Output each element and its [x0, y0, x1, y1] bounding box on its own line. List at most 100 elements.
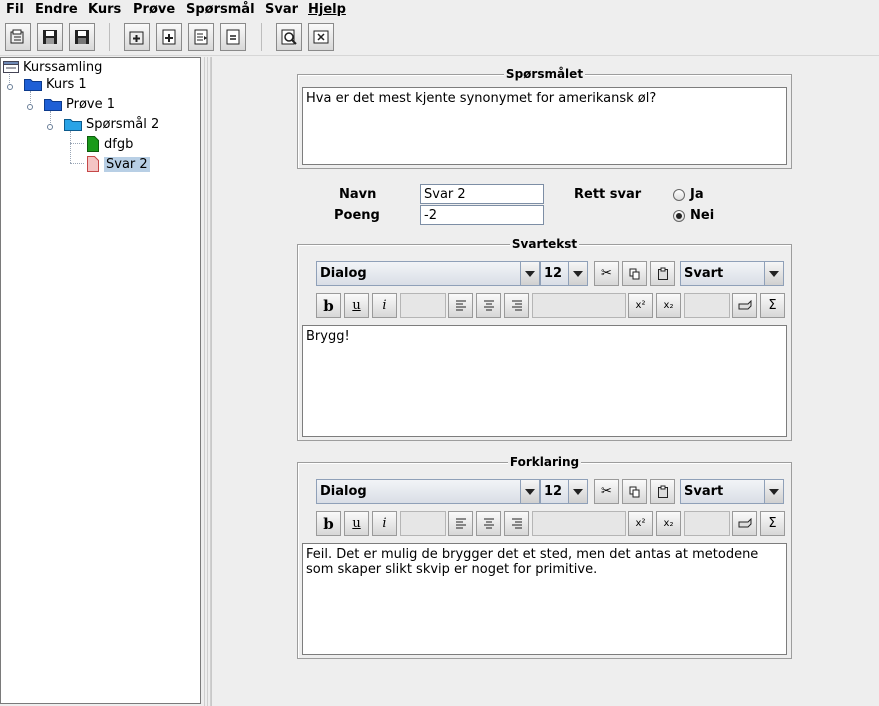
cut-icon: ✂ — [601, 484, 612, 499]
expand-handle-icon[interactable] — [6, 80, 14, 90]
preview-button[interactable] — [276, 23, 302, 51]
folder-icon — [24, 79, 42, 91]
save-as-button[interactable] — [69, 23, 95, 51]
superscript-button[interactable]: x² — [628, 293, 653, 318]
align-left-button[interactable] — [448, 511, 473, 536]
tree-course[interactable]: Kurs 1 — [6, 75, 87, 93]
size-select[interactable]: 12 — [540, 261, 588, 286]
cut-button[interactable]: ✂ — [594, 479, 619, 504]
italic-button[interactable]: i — [372, 293, 397, 318]
paste-button[interactable] — [650, 261, 675, 286]
toolbar-spacer — [684, 293, 730, 318]
name-field[interactable]: Svar 2 — [420, 184, 544, 204]
explanation-group-title: Forklaring — [507, 455, 582, 469]
radio-yes[interactable]: Ja — [673, 187, 704, 202]
toolbar-spacer — [532, 511, 626, 536]
chevron-down-icon[interactable] — [764, 480, 783, 503]
subscript-button[interactable]: x₂ — [656, 511, 681, 536]
font-select[interactable]: Dialog — [316, 261, 540, 286]
underline-button[interactable]: u — [344, 511, 369, 536]
copy-button[interactable] — [622, 261, 647, 286]
sigma-button[interactable]: Σ — [760, 511, 785, 536]
color-select[interactable]: Svart — [680, 261, 784, 286]
split-divider[interactable] — [202, 57, 211, 706]
align-right-icon — [511, 518, 522, 529]
save-button[interactable] — [37, 23, 63, 51]
align-left-button[interactable] — [448, 293, 473, 318]
course-tree[interactable]: Kurssamling Kurs 1 Prøve 1 Spørsmål 2 df… — [0, 57, 201, 704]
explanation-textarea[interactable]: Feil. Det er mulig de brygger det et ste… — [302, 543, 787, 655]
expand-handle-icon[interactable] — [46, 120, 54, 130]
tree-test-label: Prøve 1 — [66, 96, 116, 112]
tree-answer-1-label: dfgb — [104, 136, 134, 152]
radio-no-indicator[interactable] — [673, 209, 685, 222]
align-center-button[interactable] — [476, 293, 501, 318]
name-label: Navn — [339, 187, 377, 202]
open-button[interactable] — [5, 23, 31, 51]
chevron-down-icon[interactable] — [520, 262, 539, 285]
size-select-value: 12 — [544, 266, 563, 281]
paste-button[interactable] — [650, 479, 675, 504]
eraser-button[interactable] — [732, 511, 757, 536]
add-icon — [162, 29, 176, 45]
toolbar — [0, 20, 879, 56]
red-document-icon — [87, 156, 99, 172]
chevron-down-icon[interactable] — [568, 480, 587, 503]
tree-root[interactable]: Kurssamling — [3, 58, 102, 76]
radio-no[interactable]: Nei — [673, 208, 714, 223]
toolbar-spacer — [400, 293, 446, 318]
color-select[interactable]: Svart — [680, 479, 784, 504]
points-field[interactable]: -2 — [420, 205, 544, 225]
question-textarea[interactable]: Hva er det mest kjente synonymet for ame… — [302, 87, 787, 165]
points-label: Poeng — [334, 208, 380, 223]
chevron-down-icon[interactable] — [520, 480, 539, 503]
menu-svar[interactable]: Svar — [265, 2, 298, 17]
subscript-button[interactable]: x₂ — [656, 293, 681, 318]
expand-handle-icon[interactable] — [26, 100, 34, 110]
radio-yes-indicator[interactable] — [673, 188, 685, 201]
chevron-down-icon[interactable] — [568, 262, 587, 285]
chevron-down-icon[interactable] — [764, 262, 783, 285]
answer-textarea[interactable]: Brygg! — [302, 325, 787, 437]
add-item-button[interactable] — [156, 23, 182, 51]
superscript-button[interactable]: x² — [628, 511, 653, 536]
sigma-button[interactable]: Σ — [760, 293, 785, 318]
tree-question[interactable]: Spørsmål 2 — [46, 115, 159, 133]
toolbar-separator — [261, 23, 262, 51]
align-right-icon — [511, 300, 522, 311]
folder-icon — [44, 99, 62, 111]
tree-question-label: Spørsmål 2 — [86, 116, 160, 132]
align-right-button[interactable] — [504, 293, 529, 318]
close-doc-button[interactable] — [308, 23, 334, 51]
edit-item-button[interactable] — [188, 23, 214, 51]
font-select[interactable]: Dialog — [316, 479, 540, 504]
add-course-button[interactable] — [124, 23, 150, 51]
bold-button[interactable]: b — [316, 511, 341, 536]
menu-hjelp[interactable]: Hjelp — [308, 2, 346, 17]
copy-icon — [629, 268, 639, 279]
menu-kurs[interactable]: Kurs — [88, 2, 121, 17]
menu-prove[interactable]: Prøve — [133, 2, 175, 17]
equals-button[interactable] — [220, 23, 246, 51]
correct-answer-label: Rett svar — [574, 187, 642, 202]
toolbar-spacer — [532, 293, 626, 318]
color-select-value: Svart — [684, 266, 724, 281]
menu-fil[interactable]: Fil — [6, 2, 24, 17]
menu-sporsmal[interactable]: Spørsmål — [186, 2, 255, 17]
tree-test[interactable]: Prøve 1 — [26, 95, 115, 113]
size-select[interactable]: 12 — [540, 479, 588, 504]
tree-answer-1[interactable]: dfgb — [86, 135, 133, 153]
tree-course-label: Kurs 1 — [46, 76, 87, 92]
bold-button[interactable]: b — [316, 293, 341, 318]
cut-button[interactable]: ✂ — [594, 261, 619, 286]
align-center-button[interactable] — [476, 511, 501, 536]
eraser-button[interactable] — [732, 293, 757, 318]
align-right-button[interactable] — [504, 511, 529, 536]
menu-endre[interactable]: Endre — [35, 2, 78, 17]
italic-button[interactable]: i — [372, 511, 397, 536]
tree-answer-2[interactable]: Svar 2 — [86, 155, 150, 173]
underline-button[interactable]: u — [344, 293, 369, 318]
copy-button[interactable] — [622, 479, 647, 504]
equals-icon — [226, 29, 240, 45]
align-left-icon — [455, 300, 466, 311]
